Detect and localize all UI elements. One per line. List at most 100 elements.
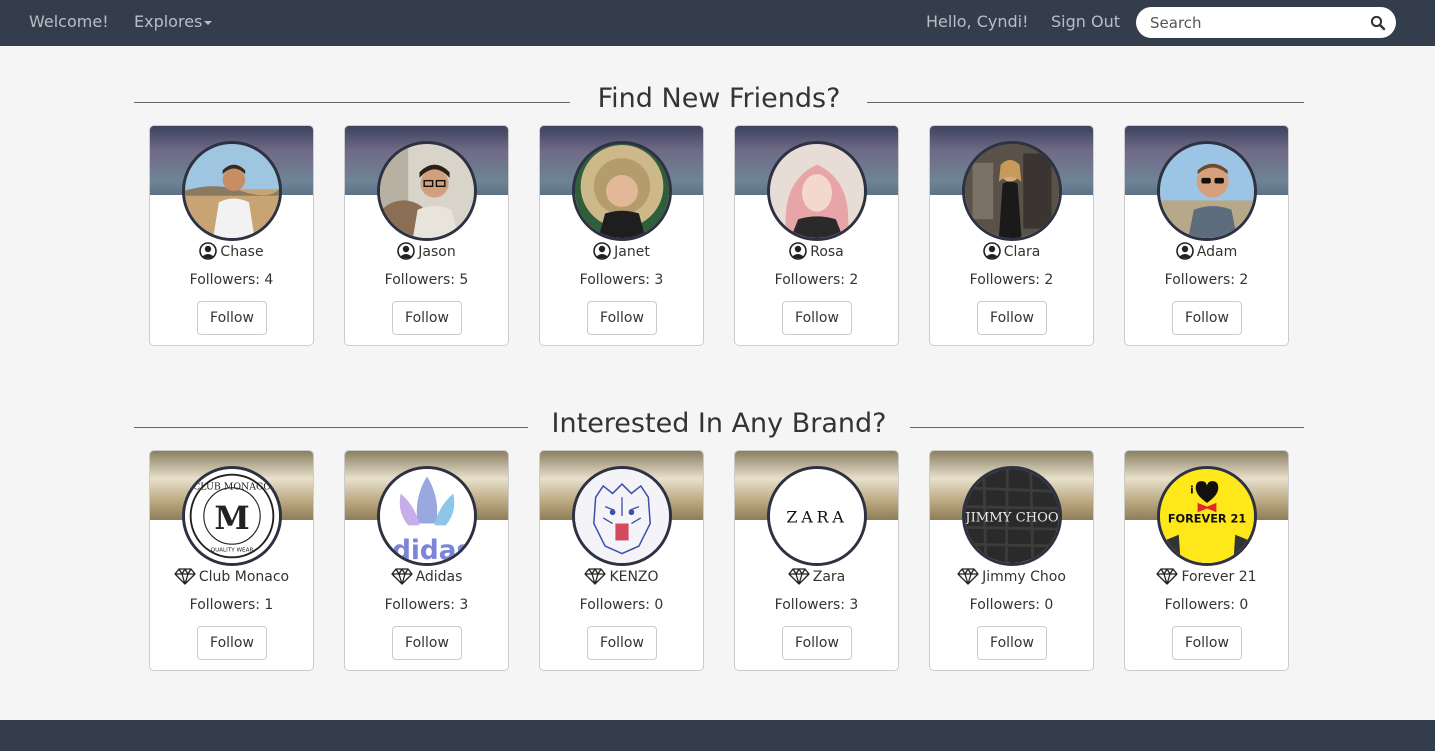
brands-section-heading: Interested In Any Brand?: [134, 408, 1304, 448]
adidas-logo[interactable]: adidas: [377, 466, 477, 566]
friend-avatar[interactable]: [377, 141, 477, 241]
jimmy-choo-logo-text: JIMMY CHOO: [965, 511, 1059, 526]
friend-name[interactable]: Adam: [1197, 244, 1237, 260]
brand-name[interactable]: Adidas: [416, 569, 463, 585]
followers-count: Followers: 0: [579, 597, 664, 613]
explores-label: Explores: [134, 12, 203, 31]
followers-count: Followers: 2: [969, 272, 1054, 288]
diamond-icon: [1156, 568, 1179, 585]
diamond-icon: [788, 568, 810, 585]
brand-name-row: Adidas: [345, 567, 508, 585]
friend-card: Adam Followers: 2 Follow: [1124, 125, 1289, 346]
follow-button[interactable]: Follow: [197, 626, 267, 660]
club-monaco-logo-mark: M: [214, 499, 249, 537]
zara-logo-text: ZARA: [786, 508, 847, 527]
jimmy-choo-logo[interactable]: JIMMY CHOO: [962, 466, 1062, 566]
club-monaco-logo[interactable]: CLUB MONACO M QUALITY WEAR: [182, 466, 282, 566]
friend-name-row: Chase: [150, 242, 313, 260]
brand-card: JIMMY CHOO Jimmy Choo Followers: 0 Follo…: [929, 450, 1094, 671]
friends-section-title: Find New Friends?: [597, 83, 841, 114]
brand-name[interactable]: Zara: [813, 569, 846, 585]
followers-count: Followers: 5: [384, 272, 469, 288]
friend-name-row: Janet: [540, 242, 703, 260]
friend-card: Jason Followers: 5 Follow: [344, 125, 509, 346]
followers-count: Followers: 3: [384, 597, 469, 613]
follow-button[interactable]: Follow: [197, 301, 267, 335]
friend-card: Clara Followers: 2 Follow: [929, 125, 1094, 346]
club-monaco-logo-bottom: QUALITY WEAR: [211, 548, 254, 554]
follow-button[interactable]: Follow: [977, 301, 1047, 335]
friends-section-heading: Find New Friends?: [134, 83, 1304, 123]
adidas-logo-text: adidas: [380, 536, 472, 563]
top-navbar: Welcome! Explores Hello, Cyndi! Sign Out: [0, 0, 1435, 46]
search-box: [1136, 7, 1396, 38]
followers-count: Followers: 3: [774, 597, 859, 613]
follow-button[interactable]: Follow: [782, 301, 852, 335]
welcome-link[interactable]: Welcome!: [29, 12, 109, 31]
friend-avatar[interactable]: [767, 141, 867, 241]
user-circle-icon: [1175, 242, 1194, 260]
sign-out-link[interactable]: Sign Out: [1051, 12, 1120, 31]
follow-button[interactable]: Follow: [977, 626, 1047, 660]
follow-button[interactable]: Follow: [1172, 626, 1242, 660]
brand-card: KENZO Followers: 0 Follow: [539, 450, 704, 671]
brand-name-row: Club Monaco: [150, 567, 313, 585]
followers-count: Followers: 3: [579, 272, 664, 288]
forever-21-logo-text: FOREVER 21: [1168, 513, 1246, 526]
page-footer: [0, 720, 1435, 751]
follow-button[interactable]: Follow: [587, 626, 657, 660]
follow-button[interactable]: Follow: [392, 301, 462, 335]
followers-count: Followers: 0: [969, 597, 1054, 613]
follow-button[interactable]: Follow: [392, 626, 462, 660]
follow-button[interactable]: Follow: [1172, 301, 1242, 335]
search-input[interactable]: [1150, 11, 1360, 34]
user-circle-icon: [397, 242, 416, 260]
diamond-icon: [174, 568, 196, 585]
friend-avatar[interactable]: [962, 141, 1062, 241]
followers-count: Followers: 2: [774, 272, 859, 288]
brand-name-row: Zara: [735, 567, 898, 585]
friend-avatar[interactable]: [1157, 141, 1257, 241]
friend-name-row: Jason: [345, 242, 508, 260]
friend-card: Janet Followers: 3 Follow: [539, 125, 704, 346]
friend-avatar[interactable]: [182, 141, 282, 241]
user-circle-icon: [199, 242, 218, 260]
user-greeting[interactable]: Hello, Cyndi!: [926, 12, 1029, 31]
follow-button[interactable]: Follow: [782, 626, 852, 660]
search-icon[interactable]: [1370, 15, 1386, 31]
diamond-icon: [957, 568, 979, 585]
forever-21-logo-small: i: [1190, 484, 1194, 496]
brand-name[interactable]: Jimmy Choo: [982, 569, 1066, 585]
brand-name[interactable]: Forever 21: [1181, 569, 1256, 585]
friend-card: Rosa Followers: 2 Follow: [734, 125, 899, 346]
friend-name-row: Rosa: [735, 242, 898, 260]
friend-name[interactable]: Clara: [1004, 244, 1041, 260]
friend-avatar[interactable]: [572, 141, 672, 241]
brand-name[interactable]: Club Monaco: [199, 569, 289, 585]
brand-name-row: Forever 21: [1125, 567, 1288, 585]
followers-count: Followers: 2: [1164, 272, 1249, 288]
friend-name[interactable]: Jason: [418, 244, 455, 260]
friend-name-row: Adam: [1125, 242, 1288, 260]
club-monaco-logo-top: CLUB MONACO: [193, 482, 271, 493]
brand-card: ZARA Zara Followers: 3 Follow: [734, 450, 899, 671]
diamond-icon: [390, 568, 413, 585]
follow-button[interactable]: Follow: [587, 301, 657, 335]
brand-name-row: KENZO: [540, 567, 703, 585]
friend-name-row: Clara: [930, 242, 1093, 260]
explores-dropdown[interactable]: Explores: [134, 12, 213, 31]
followers-count: Followers: 4: [189, 272, 274, 288]
friend-name[interactable]: Rosa: [810, 244, 844, 260]
friend-name[interactable]: Chase: [220, 244, 263, 260]
followers-count: Followers: 0: [1164, 597, 1249, 613]
brand-name[interactable]: KENZO: [609, 569, 658, 585]
followers-count: Followers: 1: [189, 597, 274, 613]
friend-card: Chase Followers: 4 Follow: [149, 125, 314, 346]
zara-logo[interactable]: ZARA: [767, 466, 867, 566]
brand-name-row: Jimmy Choo: [930, 567, 1093, 585]
user-circle-icon: [789, 242, 808, 260]
forever-21-logo[interactable]: i FOREVER 21: [1157, 466, 1257, 566]
kenzo-logo[interactable]: [572, 466, 672, 566]
friend-name[interactable]: Janet: [614, 244, 650, 260]
brand-card: adidas Adidas Followers: 3 Follow: [344, 450, 509, 671]
